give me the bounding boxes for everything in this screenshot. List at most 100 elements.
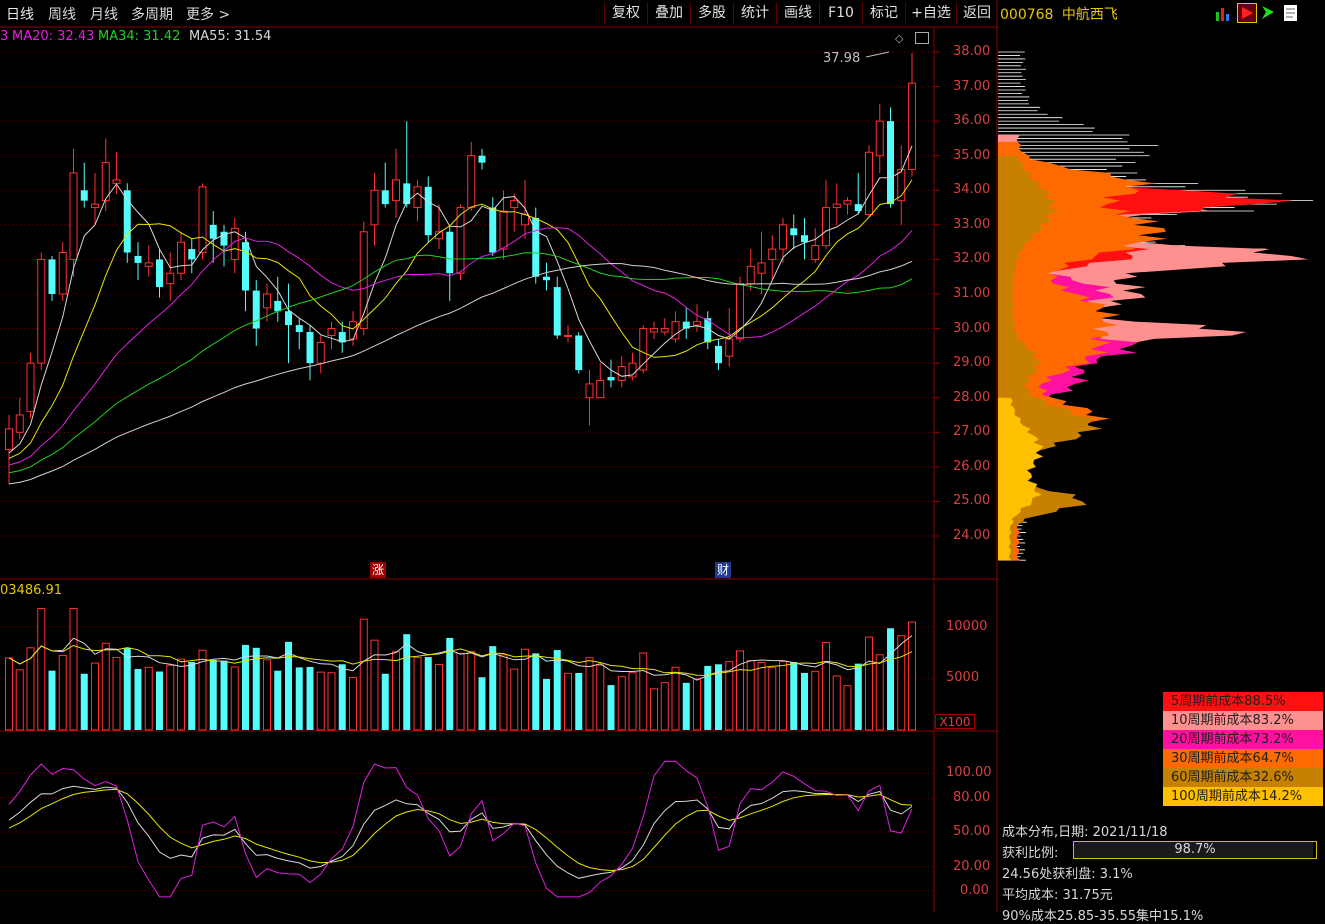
candle-body bbox=[403, 183, 411, 205]
volume-bar bbox=[359, 618, 368, 731]
volume-bar bbox=[144, 666, 153, 731]
candle-body bbox=[843, 200, 852, 205]
candle-body bbox=[327, 328, 336, 336]
candle-body bbox=[48, 259, 56, 294]
kdj-axis-0: 0.00 bbox=[960, 883, 989, 898]
volume-bar bbox=[37, 607, 46, 731]
volume-bar bbox=[660, 682, 669, 731]
volume-bar bbox=[639, 652, 648, 731]
volume-bar bbox=[230, 666, 239, 731]
candle-body bbox=[134, 255, 142, 263]
cai-flag[interactable]: 财 bbox=[715, 562, 731, 578]
volume-bar bbox=[209, 659, 217, 730]
bar-chart-icon[interactable] bbox=[1215, 4, 1231, 22]
volume-bar bbox=[156, 671, 163, 730]
volume-bar bbox=[285, 641, 292, 730]
volume-bar bbox=[456, 652, 465, 731]
candle-body bbox=[801, 235, 808, 243]
volume-bar bbox=[693, 678, 701, 731]
volume-bar bbox=[166, 664, 175, 731]
volume-bar bbox=[80, 673, 88, 730]
volume-bar bbox=[564, 672, 572, 731]
price-chart[interactable] bbox=[0, 0, 1000, 912]
volume-bar bbox=[112, 656, 121, 731]
volume-bar bbox=[48, 670, 56, 730]
candle-body bbox=[166, 272, 175, 285]
candle-body bbox=[596, 379, 605, 399]
price-axis-label: 34.00 bbox=[953, 182, 991, 198]
candle-body bbox=[177, 241, 185, 274]
kdj-axis-100: 100.00 bbox=[946, 765, 992, 780]
candle-body bbox=[467, 155, 476, 209]
candle-body bbox=[489, 207, 497, 253]
candle-body bbox=[757, 262, 766, 274]
profit-ratio-value: 98.7% bbox=[1174, 842, 1216, 857]
volume-bar bbox=[865, 636, 873, 731]
volume-bar bbox=[628, 672, 637, 731]
cost-legend-100: 100周期前成本14.2% bbox=[1163, 787, 1323, 806]
arrow-icon[interactable] bbox=[1260, 4, 1276, 22]
volume-bar bbox=[779, 660, 787, 731]
candle-body bbox=[91, 203, 99, 209]
price-axis-label: 26.00 bbox=[953, 458, 991, 474]
volume-bar bbox=[188, 662, 196, 730]
candle-body bbox=[242, 242, 249, 291]
volume-bar bbox=[435, 663, 443, 731]
volume-value: 03486.91 bbox=[0, 583, 63, 598]
candle-body bbox=[617, 366, 626, 381]
price-axis-label: 29.00 bbox=[953, 355, 991, 371]
volume-bar bbox=[499, 654, 508, 731]
profit-at-price: 24.56处获利盘: 3.1% bbox=[1002, 867, 1133, 882]
document-icon[interactable] bbox=[1282, 3, 1300, 23]
kdj-axis-80: 80.00 bbox=[953, 790, 991, 805]
volume-bar bbox=[489, 646, 497, 730]
candle-body bbox=[413, 186, 422, 209]
cost-legend-20: 20周期前成本73.2% bbox=[1163, 730, 1323, 749]
candle-body bbox=[274, 300, 282, 312]
volume-bar bbox=[875, 654, 884, 731]
volume-bar bbox=[822, 641, 830, 731]
cost-legend-10: 10周期前成本83.2% bbox=[1163, 711, 1323, 730]
candle-body bbox=[478, 155, 486, 163]
candle-body bbox=[370, 189, 379, 226]
volume-bar bbox=[801, 672, 808, 730]
candle-body bbox=[908, 82, 916, 171]
candle-body bbox=[15, 414, 24, 433]
volume-bar bbox=[91, 662, 99, 731]
candle-body bbox=[424, 186, 432, 236]
candle-body bbox=[188, 249, 196, 260]
volume-bar bbox=[392, 651, 400, 731]
candlesticks bbox=[5, 51, 916, 485]
volume-bar bbox=[403, 634, 411, 730]
candle-body bbox=[875, 120, 884, 157]
panel-toggle-icon[interactable] bbox=[915, 32, 929, 44]
price-axis-label: 27.00 bbox=[953, 424, 991, 440]
volume-bar bbox=[381, 673, 389, 730]
candle-body bbox=[564, 334, 572, 337]
moving-average-lines bbox=[8, 145, 913, 485]
zhang-flag[interactable]: 涨 bbox=[370, 562, 386, 578]
volume-bar bbox=[811, 670, 820, 731]
volume-bar bbox=[790, 662, 798, 730]
volume-unit: X100 bbox=[935, 714, 975, 729]
volume-bar bbox=[15, 669, 24, 731]
candle-body bbox=[392, 179, 400, 202]
candle-body bbox=[585, 383, 594, 399]
volume-bar bbox=[69, 607, 78, 731]
kdj-axis-50: 50.00 bbox=[953, 824, 991, 839]
volume-bar bbox=[854, 663, 862, 730]
diamond-icon[interactable]: ◇ bbox=[895, 32, 907, 45]
cost-distribution-icon[interactable] bbox=[1237, 3, 1257, 23]
volume-bar bbox=[908, 621, 916, 731]
volume-bar bbox=[123, 648, 131, 730]
price-axis-label: 31.00 bbox=[953, 286, 991, 301]
volume-bar bbox=[671, 666, 680, 731]
candle-body bbox=[5, 428, 13, 451]
volume-bar bbox=[607, 685, 615, 730]
volume-bar bbox=[424, 657, 432, 730]
cost-distribution-chart bbox=[998, 51, 1314, 561]
volume-bar bbox=[349, 676, 357, 731]
candle-body bbox=[349, 321, 357, 340]
candle-body bbox=[306, 332, 314, 364]
volume-axis-5000: 5000 bbox=[946, 670, 980, 685]
